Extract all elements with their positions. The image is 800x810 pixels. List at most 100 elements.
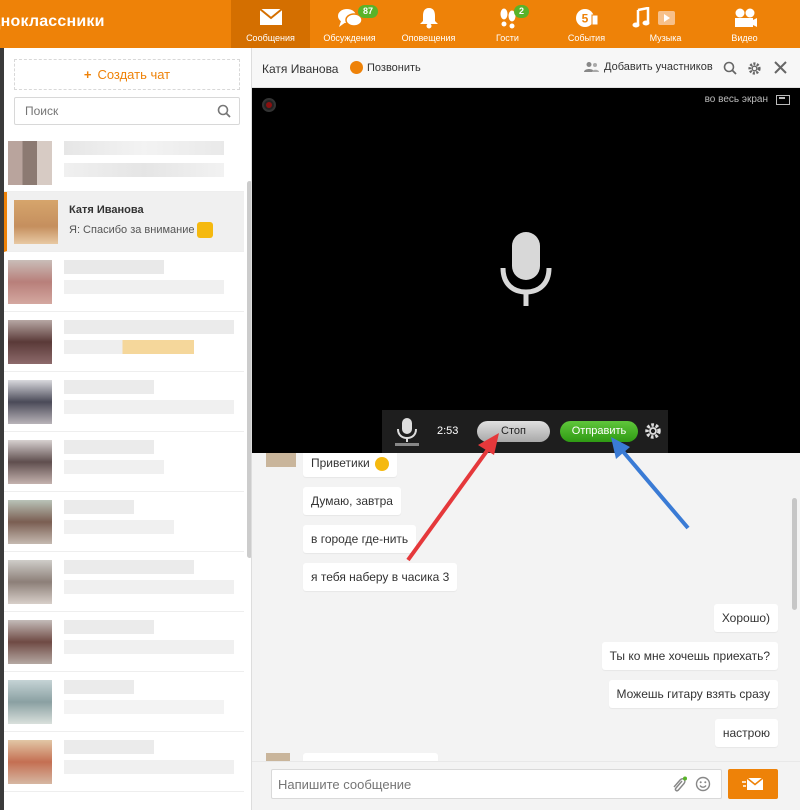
outgoing-message: настрою: [714, 719, 778, 747]
nav-notifications[interactable]: Оповещения: [389, 0, 468, 48]
nav-guests-label: Гости: [496, 33, 519, 43]
recording-timer: 2:53: [437, 425, 459, 437]
gear-icon[interactable]: [644, 422, 662, 440]
nav-discussions[interactable]: 87 Обсуждения: [310, 0, 389, 48]
nav-events[interactable]: 5 События: [547, 0, 626, 48]
chat-list: Катя Иванова Я: Спасибо за внимание: [4, 133, 244, 792]
message-composer: [252, 761, 800, 810]
nav-events-label: События: [567, 33, 606, 43]
search-icon[interactable]: [723, 61, 737, 75]
chat-list-panel: + Создать чат Катя Иванова Я: Спасибо за …: [4, 48, 252, 810]
blurred-text: [64, 620, 154, 634]
blurred-text: [64, 580, 234, 594]
fullscreen-button[interactable]: во весь экран: [705, 94, 790, 105]
message-text: Можешь гитару взять сразу: [616, 687, 770, 701]
create-chat-button[interactable]: + Создать чат: [14, 59, 240, 90]
blurred-text: [64, 163, 224, 177]
nav-guests[interactable]: 2 Гости: [468, 0, 547, 48]
blurred-text: [64, 280, 224, 294]
message-text: Приветики: [311, 456, 370, 470]
search-icon[interactable]: [217, 104, 231, 118]
outgoing-message: Ты ко мне хочешь приехать?: [601, 642, 778, 670]
nav-music[interactable]: Музыка: [626, 0, 705, 48]
blurred-text: [64, 141, 224, 155]
incoming-message: Думаю, завтра: [303, 487, 401, 515]
conversation-header: Катя Иванова Позвонить Добавить участник…: [252, 48, 800, 88]
avatar: [266, 753, 290, 761]
bell-icon: [419, 8, 438, 29]
events-icon: 5: [575, 9, 598, 27]
avatar: [8, 620, 52, 664]
mic-level-icon: [395, 418, 419, 446]
site-logo[interactable]: Одноклассники: [0, 13, 105, 31]
call-label: Позвонить: [367, 61, 421, 74]
outgoing-message: Хорошо): [713, 604, 778, 632]
create-chat-label: Создать чат: [97, 67, 171, 82]
contact-name[interactable]: Катя Иванова: [262, 62, 338, 76]
blurred-text: [64, 460, 164, 474]
add-users-icon: [584, 62, 599, 72]
list-item[interactable]: [4, 432, 244, 492]
guests-badge: 2: [514, 5, 530, 18]
list-item[interactable]: [4, 732, 244, 792]
blurred-text: [64, 680, 134, 694]
avatar: [8, 141, 52, 185]
avatar: [8, 440, 52, 484]
paperclip-icon[interactable]: [671, 776, 687, 794]
list-item[interactable]: [4, 552, 244, 612]
list-item[interactable]: [4, 133, 244, 192]
list-item[interactable]: [4, 612, 244, 672]
list-item[interactable]: [4, 672, 244, 732]
blurred-text: [64, 440, 154, 454]
blurred-text: [64, 520, 174, 534]
avatar: [266, 453, 296, 467]
list-item-active[interactable]: Катя Иванова Я: Спасибо за внимание: [4, 192, 244, 252]
blurred-text: [64, 740, 154, 754]
send-envelope-icon: [742, 777, 764, 790]
nav-messages[interactable]: Сообщения: [231, 0, 310, 48]
emoji-icon: [375, 456, 390, 471]
add-participants-button[interactable]: Добавить участников: [584, 61, 713, 73]
blurred-text: [64, 320, 234, 334]
avatar: [8, 380, 52, 424]
message-text: Ты ко мне хочешь приехать?: [609, 649, 770, 663]
svg-text:5: 5: [581, 12, 588, 26]
discussions-badge: 87: [358, 5, 379, 18]
blurred-text: [64, 700, 224, 714]
list-item[interactable]: [4, 372, 244, 432]
avatar: [8, 740, 52, 784]
avatar: [8, 500, 52, 544]
nav-video-label: Видео: [731, 33, 758, 43]
list-item[interactable]: [4, 312, 244, 372]
chat-search: [14, 97, 240, 125]
fullscreen-label: во весь экран: [704, 94, 768, 105]
music-note-icon: [632, 7, 675, 28]
close-icon[interactable]: [774, 61, 787, 74]
blurred-text: [64, 380, 154, 394]
send-message-button[interactable]: [728, 769, 778, 799]
incoming-message: в городе где-нить: [303, 525, 417, 553]
chat-name: Катя Иванова: [69, 204, 144, 216]
message-input[interactable]: [272, 770, 652, 798]
fullscreen-icon: [776, 94, 790, 105]
search-input[interactable]: [15, 98, 205, 124]
emoji-icon: [196, 222, 213, 238]
call-button[interactable]: Позвонить: [350, 61, 421, 74]
top-navigation-bar: Одноклассники Сообщения 87 Обсуждения Оп…: [0, 0, 800, 48]
send-recording-button[interactable]: Отправить: [560, 421, 638, 442]
smiley-icon[interactable]: [695, 776, 711, 792]
stop-button[interactable]: Стоп: [477, 421, 550, 442]
list-item[interactable]: [4, 492, 244, 552]
list-item[interactable]: [4, 252, 244, 312]
message-scrollbar[interactable]: [792, 498, 797, 610]
main-nav: Сообщения 87 Обсуждения Оповещения 2 Гос…: [231, 0, 784, 48]
gear-icon[interactable]: [747, 61, 762, 76]
nav-music-label: Музыка: [649, 33, 682, 43]
blurred-text: [64, 640, 234, 654]
nav-messages-label: Сообщения: [246, 33, 295, 43]
message-text: в городе где-нить: [311, 532, 409, 546]
nav-video[interactable]: Видео: [705, 0, 784, 48]
phone-icon: [350, 61, 363, 74]
blurred-text: [64, 500, 134, 514]
video-camera-icon: [734, 8, 757, 27]
